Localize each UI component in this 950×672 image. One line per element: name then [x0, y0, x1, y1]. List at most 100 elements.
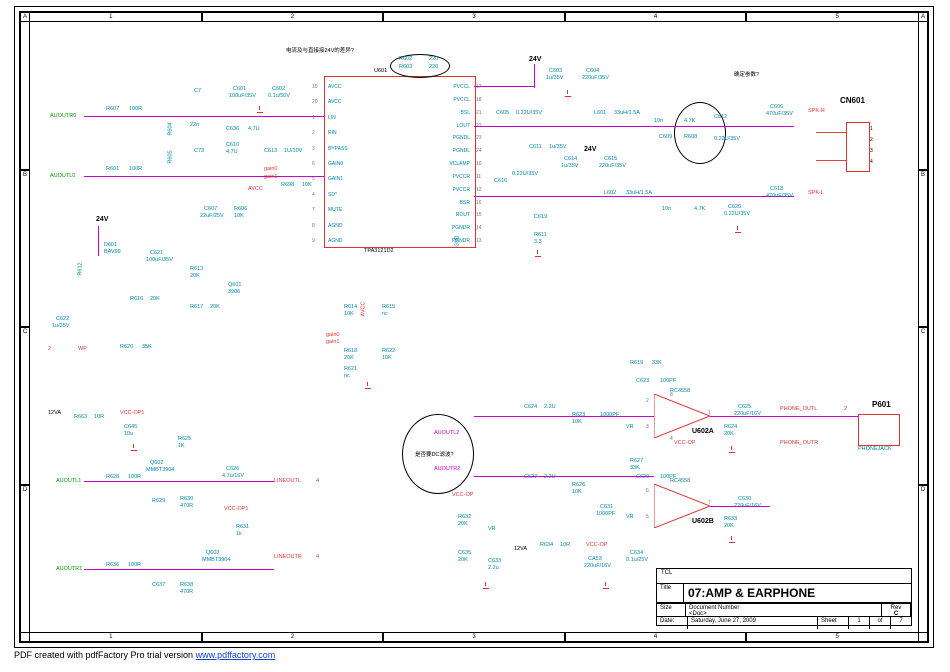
r607-val: 100R — [129, 106, 142, 112]
wire — [84, 481, 274, 482]
rail-vccop1-b: VCC-OP1 — [224, 506, 248, 512]
wire — [84, 176, 324, 177]
conn-cn601 — [846, 122, 870, 172]
gain0-net: gain0 — [326, 332, 339, 338]
tb-sheet-t: 7 — [891, 617, 911, 629]
c618-val: 470uF/35V — [766, 193, 793, 199]
c615-ref: C615 — [604, 156, 617, 162]
r626-ref: R626 — [572, 482, 585, 488]
u601-pinnum: 19 — [312, 84, 318, 90]
gain1-net: gain1 — [326, 339, 339, 345]
c645-val: 10u — [124, 431, 133, 437]
ruler-left: ABCD — [20, 12, 30, 642]
c653-val: 220uF/16V — [584, 563, 611, 569]
r618-ref: R618 — [344, 348, 357, 354]
net-spk-l: SPK-L — [808, 190, 824, 196]
rail-vccop1: VCC-OP1 — [120, 410, 144, 416]
c610-ref: C610 — [226, 142, 239, 148]
r636-ref: R636 — [106, 562, 119, 568]
q602-ref: Q602 — [150, 460, 163, 466]
r625-ref: R625 — [178, 436, 191, 442]
rail-24v-mid: 24V — [584, 146, 596, 153]
gnd-icon — [734, 226, 742, 234]
net-lineoutl: LINEOUTL — [274, 478, 301, 484]
wire — [474, 126, 794, 127]
q603-val: MMBT3904 — [202, 557, 230, 563]
c602-val: 0.1u/50V — [268, 93, 290, 99]
footer-link[interactable]: www.pdffactory.com — [196, 650, 276, 660]
c620-val: 0.22U/35V — [724, 211, 750, 217]
c619-lbl: 10n — [662, 206, 671, 212]
c603-ref: C603 — [549, 68, 562, 74]
u601-pinnum: 6 — [312, 161, 315, 167]
c604-ref: C604 — [586, 68, 599, 74]
u601-pin-pgndl: PGNDL — [438, 148, 470, 154]
net-wp: WP — [78, 346, 87, 352]
u601-pin-avcc: AVCC — [328, 84, 342, 90]
r619-ref: R619 — [630, 360, 643, 366]
net-auoutl2: AUOUTL2 — [434, 430, 459, 436]
u601-pin-gain1: GAIN1 — [328, 176, 343, 182]
u601-pinnum: 18 — [476, 97, 482, 103]
r617-val: 20K — [210, 304, 220, 310]
c627-val: 2.2U — [544, 474, 556, 480]
u602a-ref: U602A — [692, 428, 714, 435]
c607-val: 22uF/25V — [200, 213, 224, 219]
phoneoutl-pin: 2 — [844, 406, 847, 412]
r630-ref: R630 — [180, 496, 193, 502]
r634-val: 10R — [560, 542, 570, 548]
c633-ref: C633 — [488, 558, 501, 564]
c607-ref: C607 — [204, 206, 217, 212]
r628-ref: R628 — [106, 474, 119, 480]
tb-date-lbl: Date: — [657, 617, 688, 629]
u601-pin-pvccl: PVCCL — [438, 97, 470, 103]
callout-ellipse-mid — [402, 414, 474, 494]
c626-val: 4.7u/16V — [222, 473, 244, 479]
r601-ref: R601 — [106, 166, 119, 172]
c636-ref: C636 — [226, 126, 239, 132]
u601-pinnum: 11 — [476, 174, 481, 180]
u601-pin-pvccr: PVCCR — [438, 187, 470, 193]
u601-pinnum: 3 — [312, 146, 315, 152]
c636-val: 4.7U — [248, 126, 260, 132]
r698-val: 10K — [302, 182, 312, 188]
c618-ref: C618 — [770, 186, 783, 192]
u601-pin-lout: LOUT — [438, 123, 470, 129]
p601-part: PHONEJACK — [858, 446, 892, 452]
net-phoneoutr: PHONE_OUTR — [780, 440, 818, 446]
c609-ref: C609 — [659, 134, 672, 140]
u601-pinnum: 7 — [312, 207, 315, 213]
r616-ref: R616 — [130, 296, 143, 302]
r602-val: 220 — [429, 56, 438, 62]
u601-pin-rout: ROUT — [438, 212, 470, 218]
u601-pinnum: 16 — [476, 200, 482, 206]
u601-pin-mute: MUTE — [328, 207, 342, 213]
u601-pinnum: 21 — [476, 110, 482, 116]
schematic-canvas: U601 TPA3121D2 AVCC19AVCC20LIN1RIN2BYPAS… — [34, 26, 914, 628]
r624-ref: R624 — [724, 424, 737, 430]
u602a-pin2: 2 — [646, 398, 649, 404]
rail-24v-top: 24V — [529, 56, 541, 63]
wire — [474, 416, 654, 417]
tb-company: TCL — [657, 569, 911, 584]
c612-ref: C612 — [714, 114, 727, 120]
r604-ref: R604 — [168, 122, 174, 135]
c605-val: 0.22U/35V — [516, 110, 542, 116]
c614-val: 1u/35V — [561, 163, 578, 169]
r603-val: 220 — [429, 64, 438, 70]
vcc-op-sup: VCC-OP — [452, 492, 473, 498]
c630-ref: C630 — [738, 496, 751, 502]
r625-val: 1K — [178, 443, 185, 449]
c602-ref: C602 — [272, 86, 285, 92]
cn601-pin-3: 3 — [870, 148, 873, 154]
c621-ref: C621 — [150, 250, 163, 256]
r630-val: 470R — [180, 503, 193, 509]
vcc-op-out: VCC-OP — [586, 542, 607, 548]
r607-ref: R607 — [106, 106, 119, 112]
q602-val: MMBT3904 — [146, 467, 174, 473]
net-avcc-2: AVCC — [360, 302, 366, 317]
r603-ref: R603 — [399, 64, 412, 70]
gnd-icon — [728, 536, 736, 544]
r631-val: 1k — [236, 531, 242, 537]
c611-val: 1u/35V — [549, 144, 566, 150]
